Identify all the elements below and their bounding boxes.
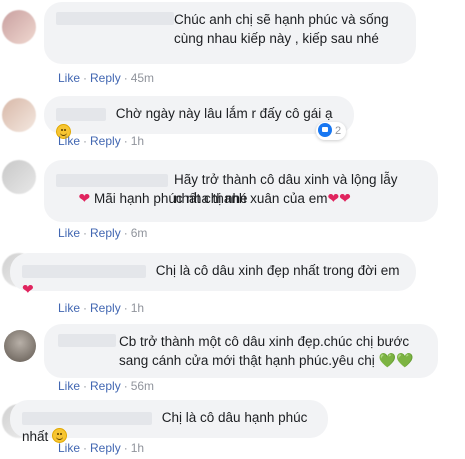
like-link[interactable]: Like — [58, 441, 80, 455]
avatar[interactable] — [2, 160, 36, 194]
like-link[interactable]: Like — [58, 301, 80, 315]
heart-icon: ❤❤ — [327, 190, 351, 206]
comment-bubble: Chờ ngày này lâu lắm r đấy cô gái ạ — [44, 96, 354, 139]
comment-actions: Like · Reply · 1h — [58, 301, 145, 315]
author-name-blurred[interactable] — [56, 174, 168, 187]
comment-time[interactable]: 1h — [131, 134, 144, 148]
comment-bubble: Chị là cô dâu xinh đẹp nhất trong đời em… — [10, 253, 416, 296]
comment-text-line2: nhé❤ Mãi hạnh phúc nha thanh xuân của em… — [56, 189, 351, 208]
comment-text: Chị là cô dâu xinh đẹp nhất trong đời em — [155, 263, 400, 278]
reply-link[interactable]: Reply — [90, 441, 121, 455]
comment-bubble: Chị là cô dâu hạnh phúc nhất — [10, 400, 328, 444]
comment-text: Chúc anh chị sẽ hạnh phúc và sống cùng n… — [174, 12, 389, 46]
comment-actions: Like · Reply · 45m — [58, 71, 155, 85]
like-link[interactable]: Like — [58, 71, 80, 85]
reaction-count: 2 — [335, 125, 342, 137]
like-link[interactable]: Like — [58, 379, 80, 393]
heart-icon: ❤ — [22, 281, 34, 297]
comment-bubble: Chúc anh chị sẽ hạnh phúc và sống cùng n… — [44, 2, 416, 64]
author-name-blurred[interactable] — [56, 107, 106, 121]
author-name-blurred[interactable] — [22, 411, 152, 425]
comment-actions: Like · Reply · 56m — [58, 379, 155, 393]
avatar[interactable] — [2, 98, 36, 132]
comment-bubble: Hãy trở thành cô dâu xinh và lộng lẫy nh… — [44, 160, 438, 222]
reply-link[interactable]: Reply — [90, 134, 121, 148]
like-link[interactable]: Like — [58, 226, 80, 240]
comment-bubble: Cb trở thành một cô dâu xinh đẹp.chúc ch… — [44, 324, 438, 378]
reply-link[interactable]: Reply — [90, 301, 121, 315]
author-name-blurred[interactable] — [56, 12, 174, 25]
comment-time[interactable]: 1h — [131, 441, 144, 455]
author-name-blurred[interactable] — [58, 334, 116, 347]
comment-time[interactable]: 6m — [131, 226, 148, 240]
comment-time[interactable]: 45m — [131, 71, 154, 85]
avatar[interactable] — [2, 10, 36, 44]
comment-actions: Like · Reply · 1h — [58, 441, 145, 455]
reply-link[interactable]: Reply — [90, 226, 121, 240]
reply-link[interactable]: Reply — [90, 71, 121, 85]
comment-text: Cb trở thành một cô dâu xinh đẹp.chúc ch… — [119, 334, 414, 368]
comment-actions: Like · Reply · 1h — [58, 134, 145, 148]
comment-actions: Like · Reply · 6m — [58, 226, 148, 240]
reaction-count-badge[interactable]: 2 — [316, 122, 347, 140]
like-reaction-icon — [318, 123, 332, 137]
like-link[interactable]: Like — [58, 134, 80, 148]
avatar[interactable] — [4, 330, 36, 362]
author-name-blurred[interactable] — [22, 264, 146, 278]
reply-link[interactable]: Reply — [90, 379, 121, 393]
comment-text: Chờ ngày này lâu lắm r đấy cô gái ạ — [115, 106, 333, 121]
comment-text-2: Mãi hạnh phúc nha thanh xuân của em — [94, 191, 328, 206]
comment-time[interactable]: 1h — [131, 301, 144, 315]
heart-icon: ❤ — [78, 190, 91, 206]
comment-time[interactable]: 56m — [131, 379, 154, 393]
green-heart-icon: 💚💚 — [378, 352, 414, 368]
